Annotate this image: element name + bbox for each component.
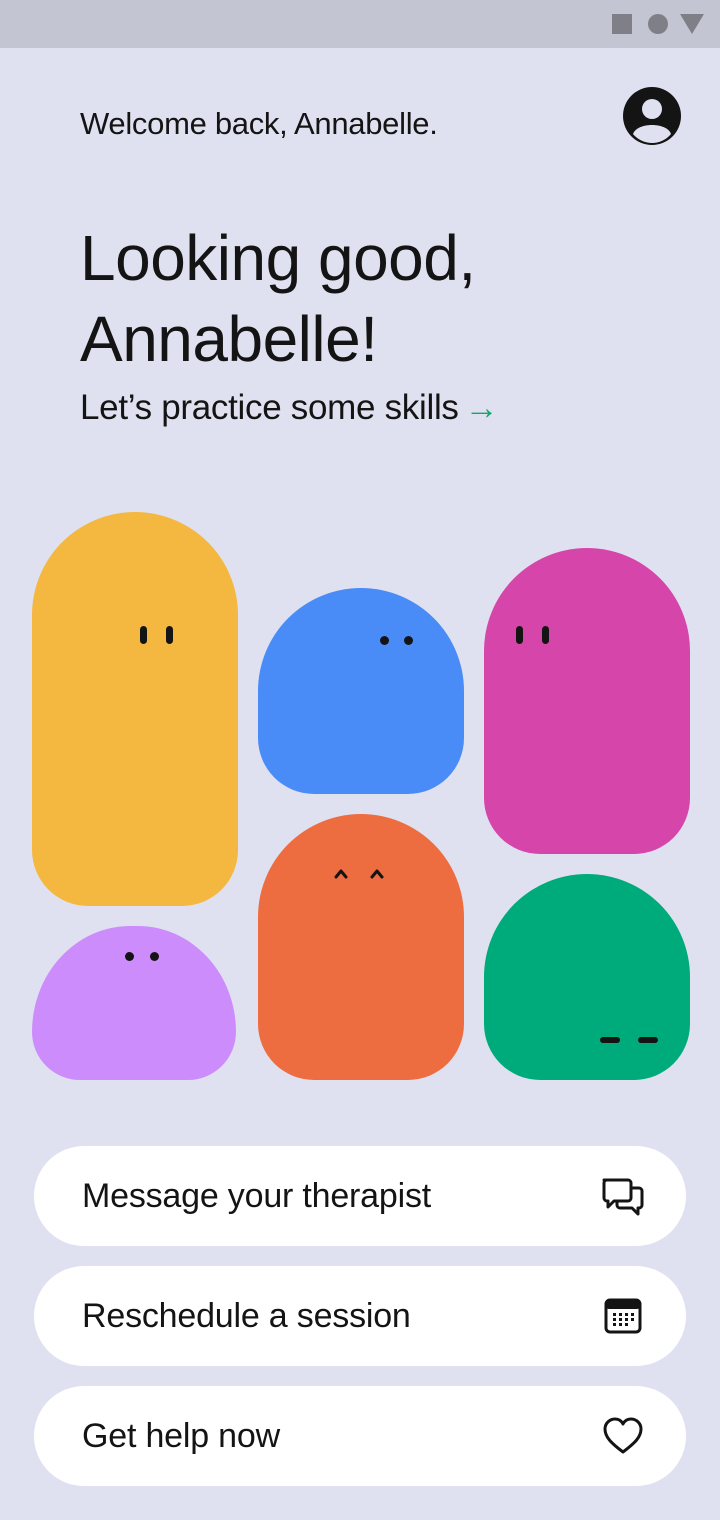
eye-icon xyxy=(150,952,159,961)
heart-icon xyxy=(600,1413,646,1459)
user-avatar-icon[interactable] xyxy=(622,86,682,146)
message-therapist-button[interactable]: Message your therapist xyxy=(34,1146,686,1246)
practice-skills-label: Let’s practice some skills xyxy=(80,388,459,427)
page-title: Looking good, Annabelle! xyxy=(80,222,476,375)
character-yellow xyxy=(32,512,238,906)
stop-square-icon xyxy=(612,14,632,34)
message-therapist-label: Message your therapist xyxy=(82,1176,431,1215)
eye-icon xyxy=(140,626,147,644)
character-blue xyxy=(258,588,464,794)
get-help-now-label: Get help now xyxy=(82,1416,280,1455)
reschedule-session-button[interactable]: Reschedule a session xyxy=(34,1266,686,1366)
character-purple xyxy=(32,926,236,1080)
closed-eye-icon xyxy=(600,1037,620,1043)
eye-icon xyxy=(516,626,523,644)
eye-icon xyxy=(125,952,134,961)
reschedule-session-label: Reschedule a session xyxy=(82,1296,411,1335)
status-bar xyxy=(0,0,720,48)
eye-icon xyxy=(380,636,389,645)
character-pink xyxy=(484,548,690,854)
character-orange xyxy=(258,814,464,1080)
eye-icon xyxy=(166,626,173,644)
welcome-text: Welcome back, Annabelle. xyxy=(80,106,438,141)
back-triangle-icon xyxy=(680,14,704,34)
eye-icon xyxy=(404,636,413,645)
calendar-icon xyxy=(600,1293,646,1339)
happy-eye-icon xyxy=(370,869,384,879)
practice-skills-link[interactable]: Let’s practice some skills → xyxy=(80,388,499,428)
home-circle-icon xyxy=(648,14,668,34)
character-green xyxy=(484,874,690,1080)
chat-bubbles-icon xyxy=(600,1173,646,1219)
closed-eye-icon xyxy=(638,1037,658,1043)
eye-icon xyxy=(542,626,549,644)
happy-eye-icon xyxy=(334,869,348,879)
get-help-now-button[interactable]: Get help now xyxy=(34,1386,686,1486)
arrow-right-icon: → xyxy=(464,388,499,427)
